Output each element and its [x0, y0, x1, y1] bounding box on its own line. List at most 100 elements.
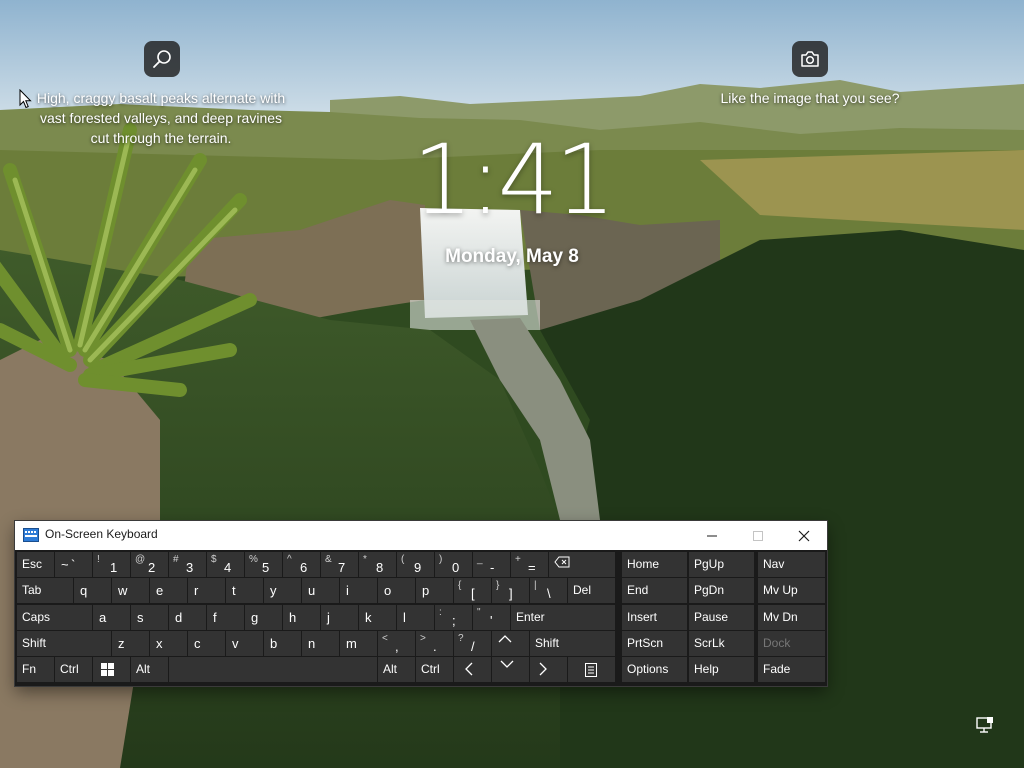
key-menu[interactable]: [568, 657, 615, 682]
key-b[interactable]: b: [264, 631, 301, 656]
key-pgdn[interactable]: PgDn: [689, 578, 754, 603]
on-screen-keyboard-window: On-Screen Keyboard Esc ~ ` ! 1 @2 #3 $4 % 5…: [15, 521, 827, 686]
key-alt-left[interactable]: Alt: [131, 657, 168, 682]
maximize-button: [735, 521, 781, 550]
key-w[interactable]: w: [112, 578, 149, 603]
key-3[interactable]: #3: [169, 552, 206, 577]
windows-logo-icon: [101, 663, 114, 676]
key-scrlk[interactable]: ScrLk: [689, 631, 754, 656]
key-period[interactable]: >.: [416, 631, 453, 656]
key-right-bracket[interactable]: }]: [492, 578, 529, 603]
key-v[interactable]: v: [226, 631, 263, 656]
key-2[interactable]: @2: [131, 552, 168, 577]
key-del[interactable]: Del: [568, 578, 615, 603]
like-image-prompt[interactable]: Like the image that you see?: [712, 88, 908, 108]
minimize-button[interactable]: [689, 521, 735, 550]
network-icon[interactable]: [975, 716, 995, 734]
osk-title-bar[interactable]: On-Screen Keyboard: [15, 521, 827, 550]
key-backslash[interactable]: | \: [530, 578, 567, 603]
key-l[interactable]: l: [397, 605, 434, 630]
key-nav[interactable]: Nav: [758, 552, 825, 577]
key-f[interactable]: f: [207, 605, 244, 630]
camera-button[interactable]: [792, 41, 828, 77]
key-n[interactable]: n: [302, 631, 339, 656]
key-caps[interactable]: Caps: [17, 605, 92, 630]
key-z[interactable]: z: [112, 631, 149, 656]
key-arrow-right[interactable]: [530, 657, 567, 682]
key-pause[interactable]: Pause: [689, 605, 754, 630]
backspace-icon: [554, 556, 570, 568]
key-space[interactable]: [169, 657, 377, 682]
close-button[interactable]: [781, 521, 827, 550]
key-q[interactable]: q: [74, 578, 111, 603]
key-arrow-down[interactable]: [492, 657, 529, 682]
image-description[interactable]: High, craggy basalt peaks alternate with…: [36, 88, 286, 148]
key-quote[interactable]: " ': [473, 605, 510, 630]
key-arrow-up[interactable]: [492, 631, 529, 656]
key-mv-dn[interactable]: Mv Dn: [758, 605, 825, 630]
key-arrow-left[interactable]: [454, 657, 491, 682]
key-d[interactable]: d: [169, 605, 206, 630]
key-u[interactable]: u: [302, 578, 339, 603]
key-alt-right[interactable]: Alt: [378, 657, 415, 682]
key-semicolon[interactable]: :;: [435, 605, 472, 630]
key-i[interactable]: i: [340, 578, 377, 603]
key-tilde[interactable]: ~ `: [55, 552, 92, 577]
key-prtscn[interactable]: PrtScn: [622, 631, 687, 656]
key-t[interactable]: t: [226, 578, 263, 603]
arrow-right-icon: [539, 662, 547, 676]
key-ctrl-left[interactable]: Ctrl: [55, 657, 92, 682]
key-ctrl-right[interactable]: Ctrl: [416, 657, 453, 682]
key-fn[interactable]: Fn: [17, 657, 54, 682]
maximize-icon: [753, 530, 763, 541]
key-6[interactable]: ^ 6: [283, 552, 320, 577]
key-8[interactable]: * 8: [359, 552, 396, 577]
mouse-pointer-icon: [19, 89, 32, 109]
key-y[interactable]: y: [264, 578, 301, 603]
key-insert[interactable]: Insert: [622, 605, 687, 630]
key-home[interactable]: Home: [622, 552, 687, 577]
close-icon: [798, 530, 810, 541]
key-e[interactable]: e: [150, 578, 187, 603]
key-left-bracket[interactable]: {[: [454, 578, 491, 603]
key-7[interactable]: & 7: [321, 552, 358, 577]
key-fade[interactable]: Fade: [758, 657, 825, 682]
key-k[interactable]: k: [359, 605, 396, 630]
key-p[interactable]: p: [416, 578, 453, 603]
key-9[interactable]: (9: [397, 552, 434, 577]
key-slash[interactable]: ? /: [454, 631, 491, 656]
key-comma[interactable]: <,: [378, 631, 415, 656]
key-end[interactable]: End: [622, 578, 687, 603]
key-mv-up[interactable]: Mv Up: [758, 578, 825, 603]
key-1[interactable]: ! 1: [93, 552, 130, 577]
key-0[interactable]: ) 0: [435, 552, 472, 577]
key-minus[interactable]: _ -: [473, 552, 510, 577]
key-x[interactable]: x: [150, 631, 187, 656]
key-enter[interactable]: Enter: [511, 605, 615, 630]
key-windows[interactable]: [93, 657, 130, 682]
key-j[interactable]: j: [321, 605, 358, 630]
key-help[interactable]: Help: [689, 657, 754, 682]
key-backspace[interactable]: [549, 552, 615, 577]
key-equal[interactable]: + =: [511, 552, 548, 577]
arrow-up-icon: [498, 635, 512, 643]
key-c[interactable]: c: [188, 631, 225, 656]
key-pgup[interactable]: PgUp: [689, 552, 754, 577]
key-a[interactable]: a: [93, 605, 130, 630]
key-shift-left[interactable]: Shift: [17, 631, 111, 656]
key-4[interactable]: $4: [207, 552, 244, 577]
key-shift-right[interactable]: Shift: [530, 631, 615, 656]
key-g[interactable]: g: [245, 605, 282, 630]
key-s[interactable]: s: [131, 605, 168, 630]
key-esc[interactable]: Esc: [17, 552, 54, 577]
key-m[interactable]: m: [340, 631, 377, 656]
key-tab[interactable]: Tab: [17, 578, 73, 603]
key-o[interactable]: o: [378, 578, 415, 603]
key-5[interactable]: % 5: [245, 552, 282, 577]
search-button[interactable]: [144, 41, 180, 77]
search-icon: [153, 50, 171, 68]
minimize-icon: [707, 535, 717, 536]
key-h[interactable]: h: [283, 605, 320, 630]
key-options[interactable]: Options: [622, 657, 687, 682]
key-r[interactable]: r: [188, 578, 225, 603]
